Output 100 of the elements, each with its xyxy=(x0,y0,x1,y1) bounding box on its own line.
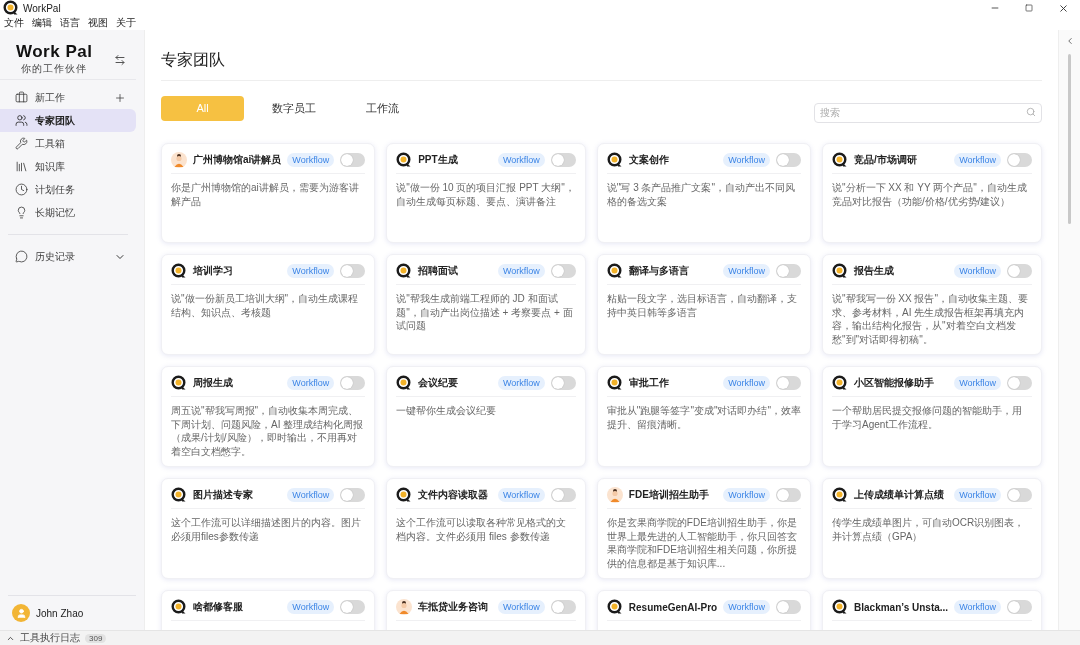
toggle-switch[interactable] xyxy=(550,600,576,614)
card-description: 审批从"跑腿等签字"变成"对话即办结"，效率提升、留痕清晰。 xyxy=(606,404,802,431)
toggle-switch[interactable] xyxy=(550,153,576,167)
toggle-switch[interactable] xyxy=(340,153,366,167)
scrollbar-thumb[interactable] xyxy=(1068,54,1071,224)
toggle-switch[interactable] xyxy=(776,153,802,167)
workflow-tag: Workflow xyxy=(498,376,545,390)
app-logo-icon xyxy=(171,263,187,279)
toggle-switch[interactable] xyxy=(340,488,366,502)
filter-tab[interactable]: 工作流 xyxy=(344,95,421,121)
window-title: WorkPal xyxy=(23,2,61,14)
app-logo-icon xyxy=(171,375,187,391)
status-label: 工具执行日志 xyxy=(20,631,80,645)
workflow-tag: Workflow xyxy=(954,153,1001,167)
toggle-switch[interactable] xyxy=(1007,153,1032,167)
card-title: 报告生成 xyxy=(854,264,896,278)
menu-item[interactable]: 编辑 xyxy=(32,16,52,30)
toggle-switch[interactable] xyxy=(1007,264,1032,278)
toggle-switch[interactable] xyxy=(340,264,366,278)
maximize-icon[interactable] xyxy=(1025,4,1033,12)
card-title: 文件内容读取器 xyxy=(418,488,490,502)
expert-card[interactable]: 文件内容读取器 Workflow 这个工作流可以读取各种常见格式的文档内容。文件必须用 files 参数传递 xyxy=(386,478,586,579)
card-description: 说"帮我生成前端工程师的 JD 和面试题"，自动产出岗位描述 + 考察要点 + 面试问题 xyxy=(396,292,574,333)
workflow-tag: Workflow xyxy=(287,600,335,614)
history-item[interactable]: 历史记录 xyxy=(0,245,136,268)
person-avatar-icon xyxy=(171,152,187,168)
card-description: 说"帮我写一份 XX 报告"，自动收集主题、要求、参考材料，AI 先生成报告框架再填充内容，输出结构化报告，从"对着空白文档发愁"到"对话即得初稿"。 xyxy=(832,292,1030,346)
sidebar-item[interactable]: 专家团队 xyxy=(0,109,136,132)
card-description: 一键帮你生成会议纪要 xyxy=(396,404,498,418)
expert-card[interactable]: 会议纪要 Workflow 一键帮你生成会议纪要 xyxy=(386,366,586,467)
search-field[interactable]: 搜索 xyxy=(814,102,1042,123)
plus-icon[interactable] xyxy=(114,91,126,104)
expert-card[interactable]: 上传成绩单计算点绩 Workflow 传学生成绩单图片，可自动OCR识别图表，并计算点绩（GPA） xyxy=(822,478,1042,579)
card-title: FDE培训招生助手 xyxy=(628,488,710,502)
toggle-switch[interactable] xyxy=(776,600,802,614)
expert-card[interactable]: 竞品/市场调研 Workflow 说"分析一下 XX 和 YY 两个产品"，自动生成竞品对比报告（功能/价格/优劣势/建议） xyxy=(822,143,1042,243)
toggle-switch[interactable] xyxy=(550,376,576,390)
card-title: 文案创作 xyxy=(628,153,670,167)
expert-card[interactable]: PPT生成 Workflow 说"做一份 10 页的项目汇报 PPT 大纲"，自动生成每页标题、要点、演讲备注 xyxy=(386,143,586,243)
expert-card[interactable]: FDE培训招生助手 Workflow 你是玄果商学院的FDE培训招生助手，你是世界上最先进的人工智能助手，你只回答玄果商学院和FDE培训招生相关问题，你所提供的信息都是基于知识库... xyxy=(596,478,812,579)
card-title: 招聘面试 xyxy=(418,264,460,278)
wrench-icon xyxy=(15,137,28,150)
card-description: 周五说"帮我写周报"，自动收集本周完成、下周计划、问题风险，AI 整理成结构化周报（成果/计划/风险），即时输出，不用再对着空白文档憋字。 xyxy=(171,404,365,458)
toggle-switch[interactable] xyxy=(776,264,802,278)
app-logo-icon xyxy=(396,263,413,279)
menu-item[interactable]: 关于 xyxy=(116,16,136,30)
menu-item[interactable]: 语言 xyxy=(60,16,80,30)
expert-card[interactable]: 小区智能报修助手 Workflow 一个帮助居民提交报修问题的智能助手，用于学习Agent工作流程。 xyxy=(822,366,1042,467)
expert-card[interactable]: 审批工作 Workflow 审批从"跑腿等签字"变成"对话即办结"，效率提升、留痕清晰。 xyxy=(596,366,812,467)
toggle-switch[interactable] xyxy=(1007,600,1032,614)
new-work-item[interactable]: 新工作 xyxy=(0,86,136,109)
toggle-switch[interactable] xyxy=(1007,488,1032,502)
expert-card[interactable]: 报告生成 Workflow 说"帮我写一份 XX 报告"，自动收集主题、要求、参考材料，AI 先生成报告框架再填充内容，输出结构化报告，从"对着空白文档发愁"到"对话即得初稿"。 xyxy=(822,254,1042,355)
expert-card[interactable]: 翻译与多语言 Workflow 粘贴一段文字，选目标语言，自动翻译，支持中英日韩等多语言 xyxy=(596,254,812,355)
sidebar-item[interactable]: 长期记忆 xyxy=(0,201,136,224)
menu-item[interactable]: 视图 xyxy=(88,16,108,30)
app-logo-icon xyxy=(832,375,849,391)
workflow-tag: Workflow xyxy=(723,264,771,278)
filter-tab[interactable]: 数字员工 xyxy=(250,95,338,121)
expert-card[interactable]: 周报生成 Workflow 周五说"帮我写周报"，自动收集本周完成、下周计划、问题风险，AI 整理成结构化周报（成果/计划/风险），即时输出，不用再对着空白文档憋字。 xyxy=(161,366,376,467)
menu-item[interactable]: 文件 xyxy=(4,16,24,30)
card-title: 周报生成 xyxy=(193,376,234,390)
card-title: 小区智能报修助手 xyxy=(854,376,936,390)
expert-card[interactable]: ResumeGenAI-Pro Workflow xyxy=(596,590,812,630)
card-description: 说"做一份 10 页的项目汇报 PPT 大纲"，自动生成每页标题、要点、演讲备注 xyxy=(396,181,576,208)
app-logo-icon xyxy=(606,599,623,615)
expert-card[interactable]: Blackman’s Unsta... Workflow xyxy=(822,590,1042,630)
expert-card[interactable]: 文案创作 Workflow 说"写 3 条产品推广文案"，自动产出不同风格的备选文案 xyxy=(596,143,812,243)
toggle-switch[interactable] xyxy=(550,488,576,502)
expert-card[interactable]: 啥都修客服 Workflow xyxy=(161,590,376,630)
toggle-switch[interactable] xyxy=(550,264,576,278)
card-description: 传学生成绩单图片，可自动OCR识别图表，并计算点绩（GPA） xyxy=(832,516,1026,543)
workflow-tag: Workflow xyxy=(723,488,771,502)
card-title: 图片描述专家 xyxy=(193,488,254,502)
toggle-switch[interactable] xyxy=(340,600,366,614)
swap-arrows-icon[interactable] xyxy=(114,53,126,66)
toggle-switch[interactable] xyxy=(776,376,802,390)
sidebar-item[interactable]: 工具箱 xyxy=(0,132,136,155)
workflow-tag: Workflow xyxy=(498,153,545,167)
close-icon[interactable] xyxy=(1057,2,1069,14)
workflow-tag: Workflow xyxy=(287,153,335,167)
toggle-switch[interactable] xyxy=(776,488,802,502)
expert-card[interactable]: 图片描述专家 Workflow 这个工作流可以详细描述图片的内容。图片必须用files参数传递 xyxy=(161,478,376,579)
expert-card[interactable]: 培训学习 Workflow 说"做一份新员工培训大纲"，自动生成课程结构、知识点、考核题 xyxy=(161,254,376,355)
sidebar-item[interactable]: 计划任务 xyxy=(0,178,136,201)
expert-card[interactable]: 广州博物馆ai讲解员 Workflow 你是广州博物馆的ai讲解员，需要为游客讲解产品 xyxy=(161,143,376,243)
person-avatar-icon xyxy=(396,599,413,615)
toggle-switch[interactable] xyxy=(340,376,366,390)
user-avatar[interactable] xyxy=(12,604,30,622)
card-description: 说"做一份新员工培训大纲"，自动生成课程结构、知识点、考核题 xyxy=(171,292,360,319)
app-logo-icon xyxy=(832,487,849,503)
workflow-tag: Workflow xyxy=(287,376,335,390)
sidebar-item[interactable]: 知识库 xyxy=(0,155,136,178)
person-avatar-icon xyxy=(606,487,623,503)
logo-text: Work Pal xyxy=(16,43,93,60)
card-title: 啥都修客服 xyxy=(193,600,244,614)
expert-card[interactable]: 车抵贷业务咨询 Workflow xyxy=(386,590,586,630)
card-title: PPT生成 xyxy=(418,153,459,167)
toggle-switch[interactable] xyxy=(1007,376,1032,390)
expert-card[interactable]: 招聘面试 Workflow 说"帮我生成前端工程师的 JD 和面试题"，自动产出岗位描述 + 考察要点 + 面试问题 xyxy=(386,254,586,355)
